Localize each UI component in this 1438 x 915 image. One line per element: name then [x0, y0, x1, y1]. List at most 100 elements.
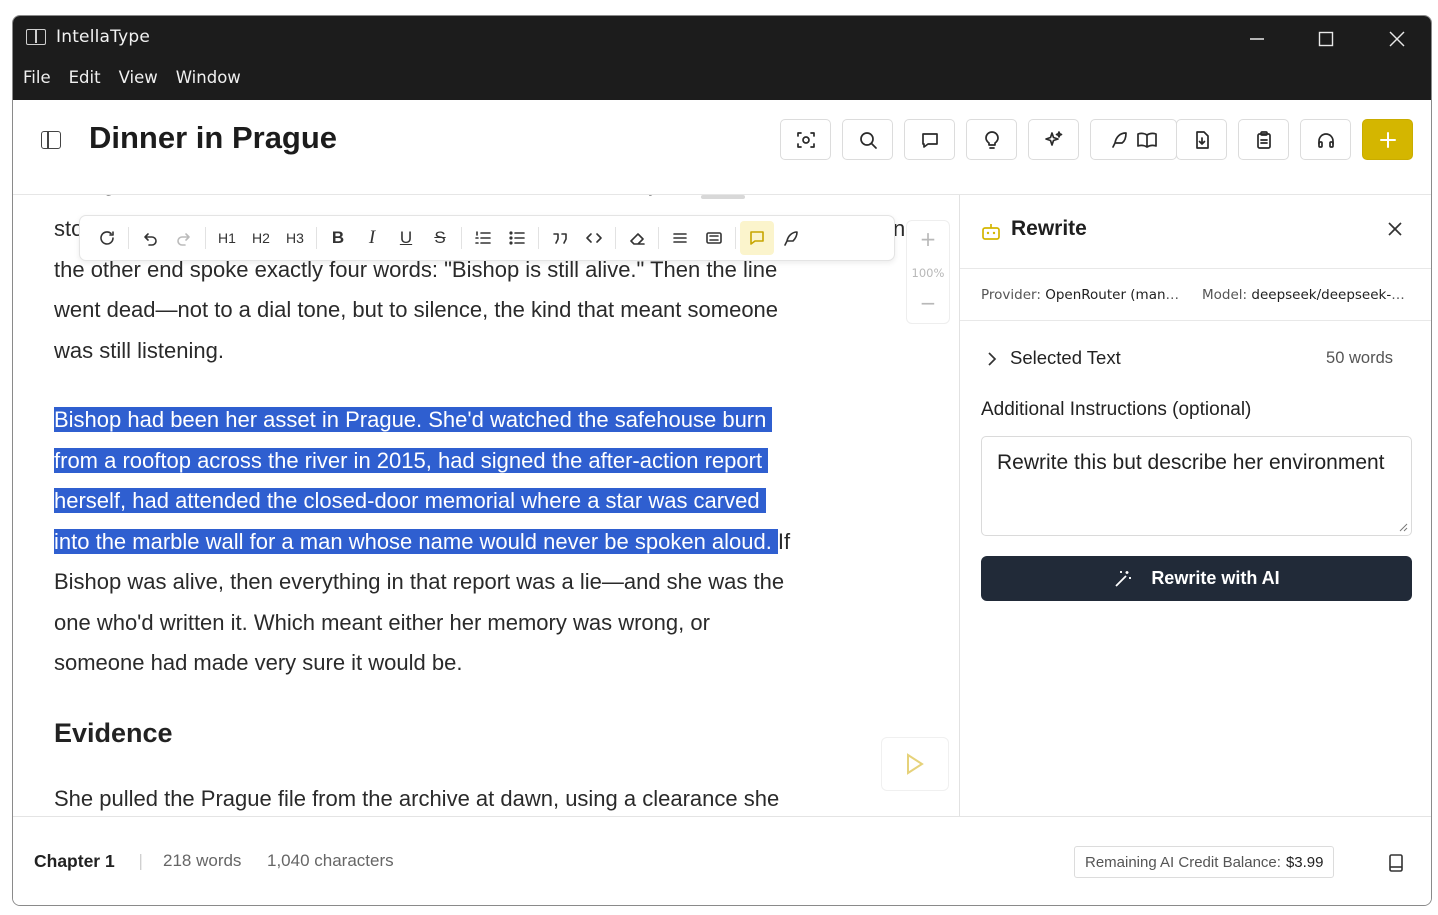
- document-header: Dinner in Prague: [13, 100, 1431, 195]
- heading-1-button[interactable]: H1: [210, 221, 244, 255]
- play-button[interactable]: [881, 737, 949, 791]
- add-button[interactable]: [1362, 119, 1413, 160]
- search-icon: [859, 131, 877, 149]
- focus-icon: [796, 131, 815, 148]
- zoom-in-button[interactable]: +: [907, 227, 949, 251]
- redo-icon: [177, 233, 190, 246]
- provider-value: OpenRouter (managed): [1045, 287, 1187, 303]
- code-button[interactable]: [577, 221, 611, 255]
- comment-icon: [750, 231, 764, 245]
- text-line: Bishop was alive, then everything in tha…: [54, 569, 785, 594]
- sidebar-toggle-icon[interactable]: [41, 131, 61, 149]
- zoom-out-button[interactable]: −: [907, 291, 949, 315]
- text-line: someone had made very sure it would be.: [54, 650, 463, 675]
- selected-text-line[interactable]: Bishop had been her asset in Prague. She…: [54, 400, 914, 441]
- rewrite-button-label: Rewrite with AI: [1151, 568, 1280, 588]
- ordered-list-icon: [475, 231, 491, 244]
- minimize-icon: [1250, 38, 1264, 40]
- strikethrough-button[interactable]: S: [423, 221, 457, 255]
- bullet-list-button[interactable]: [500, 221, 534, 255]
- model-label: Model: deepseek/deepseek-chat: [1202, 287, 1412, 303]
- undo-button[interactable]: [133, 221, 167, 255]
- keyboard-button[interactable]: [697, 221, 731, 255]
- word-count: 218 words: [163, 851, 242, 870]
- selected-text-toggle[interactable]: Selected Text 50 words: [981, 347, 1393, 373]
- align-icon: [673, 233, 687, 243]
- instructions-label: Additional Instructions (optional): [981, 399, 1252, 420]
- refresh-button[interactable]: [90, 221, 124, 255]
- comments-button[interactable]: [904, 119, 955, 160]
- robot-icon: [982, 224, 1000, 240]
- feather-icon: [1111, 131, 1127, 148]
- page-title: Dinner in Prague: [89, 120, 338, 155]
- audio-button[interactable]: [1300, 119, 1351, 160]
- format-toolbar: H1 H2 H3 B I U S: [79, 215, 895, 261]
- ai-sparkle-button[interactable]: [1028, 119, 1079, 160]
- clear-format-button[interactable]: [620, 221, 654, 255]
- selected-text-line[interactable]: into the marble wall for a man whose nam…: [54, 522, 914, 563]
- selected-text-line[interactable]: from a rooftop across the river in 2015,…: [54, 441, 914, 482]
- instructions-text: Rewrite this but describe her environmen…: [997, 451, 1385, 474]
- ideas-button[interactable]: [966, 119, 1017, 160]
- sparkles-icon: [1044, 130, 1062, 146]
- menu-edit[interactable]: Edit: [69, 68, 101, 94]
- lightbulb-icon: [984, 130, 999, 149]
- eraser-icon: [630, 233, 645, 245]
- underline-button[interactable]: U: [389, 221, 423, 255]
- maximize-icon: [1318, 31, 1334, 47]
- panel-title: Rewrite: [1011, 217, 1087, 240]
- quote-icon: [553, 233, 567, 244]
- instructions-textarea[interactable]: Rewrite this but describe her environmen…: [981, 436, 1412, 536]
- title-bar: IntellaType File Edit View Window: [13, 16, 1431, 100]
- rewrite-panel: Rewrite Provider: OpenRouter (managed) M…: [959, 195, 1431, 816]
- rewrite-with-ai-button[interactable]: Rewrite with AI: [981, 556, 1412, 601]
- refresh-icon: [100, 231, 114, 245]
- redo-button[interactable]: [167, 221, 201, 255]
- write-read-mode-button[interactable]: [1090, 119, 1177, 160]
- selected-text-label: Selected Text: [1010, 347, 1121, 368]
- zoom-control: + 100% −: [906, 220, 950, 324]
- app-window: IntellaType File Edit View Window Dinner…: [12, 15, 1432, 906]
- comment-button[interactable]: [740, 221, 774, 255]
- close-icon[interactable]: [1387, 221, 1403, 237]
- section-heading: Evidence: [54, 718, 173, 748]
- provider-label: Provider: OpenRouter (managed): [981, 287, 1187, 303]
- pen-button[interactable]: [774, 221, 808, 255]
- heading-2-button[interactable]: H2: [244, 221, 278, 255]
- close-icon: [1389, 31, 1405, 47]
- resize-grip-icon[interactable]: [1398, 522, 1408, 532]
- close-window-button[interactable]: [1374, 22, 1420, 56]
- headphones-icon: [1317, 132, 1334, 148]
- editor-area[interactable]: strange, because that line had been disc…: [13, 195, 959, 816]
- book-icon[interactable]: [1387, 853, 1405, 873]
- menu-window[interactable]: Window: [176, 68, 241, 94]
- selected-text-line[interactable]: herself, had attended the closed-door me…: [54, 481, 914, 522]
- paragraph-cut-top: strange, because that line had been disc…: [54, 195, 914, 205]
- export-button[interactable]: [1176, 119, 1227, 160]
- text-line: strange, because that line had been disc…: [54, 195, 914, 205]
- heading-3-button[interactable]: H3: [278, 221, 312, 255]
- align-button[interactable]: [663, 221, 697, 255]
- menu-view[interactable]: View: [119, 68, 158, 94]
- code-icon: [586, 233, 602, 243]
- plus-icon: [1379, 131, 1396, 148]
- chevron-right-icon: [988, 352, 997, 366]
- character-count: 1,040 characters: [267, 851, 394, 870]
- ordered-list-button[interactable]: [466, 221, 500, 255]
- italic-button[interactable]: I: [355, 221, 389, 255]
- keyboard-icon: [706, 232, 722, 244]
- minimize-button[interactable]: [1234, 22, 1280, 56]
- maximize-button[interactable]: [1303, 22, 1349, 56]
- status-separator: |: [138, 851, 144, 870]
- blockquote-button[interactable]: [543, 221, 577, 255]
- credit-value: $3.99: [1285, 853, 1324, 871]
- menu-file[interactable]: File: [23, 68, 51, 94]
- bold-button[interactable]: B: [321, 221, 355, 255]
- notes-button[interactable]: [1238, 119, 1289, 160]
- comment-icon: [921, 132, 938, 148]
- text-line: She pulled the Prague file from the arch…: [54, 786, 780, 811]
- chapter-name[interactable]: Chapter 1: [34, 851, 115, 872]
- zoom-level: 100%: [911, 266, 945, 280]
- focus-mode-button[interactable]: [780, 119, 831, 160]
- search-button[interactable]: [842, 119, 893, 160]
